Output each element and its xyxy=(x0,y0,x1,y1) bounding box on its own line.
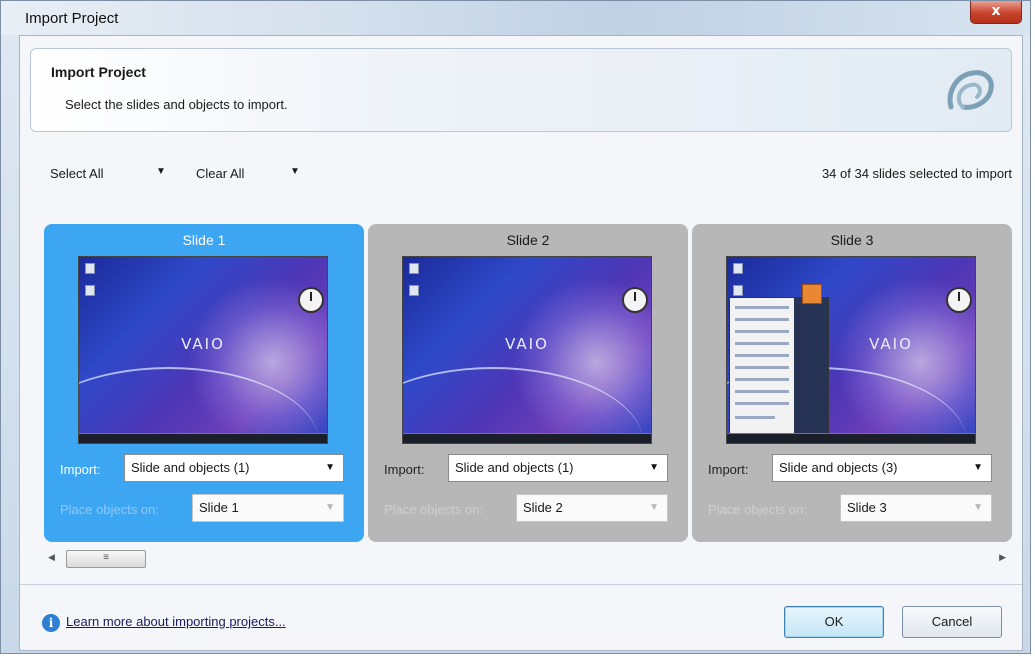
place-objects-select[interactable]: Slide 3 ▼ xyxy=(840,494,992,522)
slide-thumbnail[interactable]: VAIO xyxy=(78,256,328,444)
slide-thumbnail[interactable]: VAIO xyxy=(726,256,976,444)
import-project-window: Import Project x Import Project Select t… xyxy=(0,0,1031,654)
taskbar xyxy=(727,433,975,443)
vaio-logo: VAIO xyxy=(181,335,225,353)
import-mode-value: Slide and objects (3) xyxy=(779,460,898,475)
slide-title: Slide 2 xyxy=(506,232,550,248)
place-objects-label: Place objects on: xyxy=(708,502,808,517)
user-picture-icon xyxy=(802,284,822,304)
start-menu-preview xyxy=(729,284,829,435)
chevron-down-icon: ▼ xyxy=(649,462,659,473)
import-label: Import: xyxy=(60,462,101,477)
close-button[interactable]: x xyxy=(970,1,1022,24)
clock-gadget-icon xyxy=(298,287,324,313)
chevron-down-icon: ▼ xyxy=(973,462,983,473)
desktop-icon xyxy=(409,285,419,296)
taskbar xyxy=(79,433,327,443)
taskbar xyxy=(403,433,651,443)
scroll-thumb[interactable]: ≡ xyxy=(66,550,146,568)
clear-all-dropdown-icon[interactable]: ▼ xyxy=(290,166,300,177)
chevron-down-icon: ▼ xyxy=(325,462,335,473)
select-all-button[interactable]: Select All xyxy=(50,166,103,181)
learn-more-link[interactable]: Learn more about importing projects... xyxy=(66,614,286,629)
import-label: Import: xyxy=(384,462,425,477)
slide-card-2[interactable]: Slide 2 VAIO Import: Slide and objects (… xyxy=(368,224,688,542)
ok-button[interactable]: OK xyxy=(784,606,884,638)
cancel-button[interactable]: Cancel xyxy=(902,606,1002,638)
scroll-right-icon[interactable]: ▶ xyxy=(999,552,1006,563)
slide-card-3[interactable]: Slide 3 VAIO Import: Slide and objects (… xyxy=(692,224,1012,542)
project-logo-icon xyxy=(947,70,994,110)
header-subtitle: Select the slides and objects to import. xyxy=(65,97,288,112)
close-icon: x xyxy=(991,3,1001,19)
window-title: Import Project xyxy=(25,10,119,27)
place-objects-value: Slide 3 xyxy=(847,500,887,515)
import-mode-value: Slide and objects (1) xyxy=(455,460,574,475)
chevron-down-icon: ▼ xyxy=(649,502,659,513)
header-panel: Import Project Select the slides and obj… xyxy=(30,48,1012,132)
clock-gadget-icon xyxy=(622,287,648,313)
dialog-body: Import Project Select the slides and obj… xyxy=(19,35,1023,651)
desktop-icon xyxy=(85,263,95,274)
title-bar[interactable]: Import Project x xyxy=(1,1,1030,35)
slides-strip: Slide 1 VAIO Import: Slide and objects (… xyxy=(40,224,1012,546)
place-objects-select[interactable]: Slide 1 ▼ xyxy=(192,494,344,522)
place-objects-label: Place objects on: xyxy=(60,502,160,517)
clock-gadget-icon xyxy=(946,287,972,313)
slide-title: Slide 1 xyxy=(182,232,226,248)
clear-all-button[interactable]: Clear All xyxy=(196,166,244,181)
place-objects-select[interactable]: Slide 2 ▼ xyxy=(516,494,668,522)
selection-toolbar: Select All ▼ Clear All ▼ 34 of 34 slides… xyxy=(20,146,1022,186)
desktop-icon xyxy=(409,263,419,274)
import-mode-select[interactable]: Slide and objects (1) ▼ xyxy=(124,454,344,482)
scroll-left-icon[interactable]: ◀ xyxy=(48,552,55,563)
header-title: Import Project xyxy=(51,64,146,80)
selected-count-text: 34 of 34 slides selected to import xyxy=(821,166,1012,181)
vaio-logo: VAIO xyxy=(505,335,549,353)
horizontal-scrollbar[interactable]: ◀ ≡ ▶ xyxy=(40,550,1008,568)
desktop-icon xyxy=(85,285,95,296)
import-label: Import: xyxy=(708,462,749,477)
select-all-dropdown-icon[interactable]: ▼ xyxy=(156,166,166,177)
place-objects-label: Place objects on: xyxy=(384,502,484,517)
desktop-icon xyxy=(733,285,743,296)
import-mode-select[interactable]: Slide and objects (3) ▼ xyxy=(772,454,992,482)
footer-divider xyxy=(20,584,1022,585)
import-mode-value: Slide and objects (1) xyxy=(131,460,250,475)
chevron-down-icon: ▼ xyxy=(325,502,335,513)
slide-card-1[interactable]: Slide 1 VAIO Import: Slide and objects (… xyxy=(44,224,364,542)
place-objects-value: Slide 2 xyxy=(523,500,563,515)
place-objects-value: Slide 1 xyxy=(199,500,239,515)
slide-title: Slide 3 xyxy=(830,232,874,248)
info-icon: i xyxy=(42,614,60,632)
import-mode-select[interactable]: Slide and objects (1) ▼ xyxy=(448,454,668,482)
desktop-icon xyxy=(733,263,743,274)
slide-thumbnail[interactable]: VAIO xyxy=(402,256,652,444)
chevron-down-icon: ▼ xyxy=(973,502,983,513)
